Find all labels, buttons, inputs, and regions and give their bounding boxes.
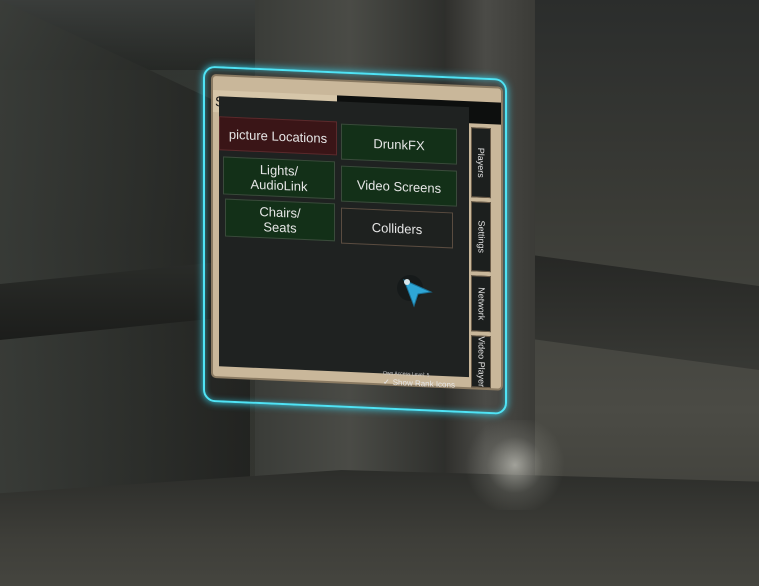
superuser-menu-panel: Superuser: PeaceM Enter a username to tr… [203, 65, 507, 415]
tab-network-label: Network [476, 286, 487, 321]
tab-network[interactable]: Network [471, 275, 491, 333]
menu-frame: Superuser: PeaceM Enter a username to tr… [213, 76, 501, 390]
check-icon: ✓ [383, 377, 390, 387]
tab-video-player-label: Video Player [476, 336, 486, 388]
vr-world-scene: Superuser: PeaceM Enter a username to tr… [0, 0, 759, 586]
tab-settings-label: Settings [476, 220, 486, 254]
picture-locations-button[interactable]: picture Locations [219, 116, 337, 156]
laser-pointer-icon [396, 272, 436, 312]
background-floor [0, 470, 759, 586]
tab-settings[interactable]: Settings [471, 201, 491, 273]
tab-video-player[interactable]: Video Player [471, 335, 491, 389]
video-screens-button[interactable]: Video Screens [341, 165, 457, 207]
drunkfx-button[interactable]: DrunkFX [341, 123, 457, 165]
colliders-button[interactable]: Colliders [341, 207, 453, 249]
lights-audiolink-button[interactable]: Lights/ AudioLink [223, 156, 335, 200]
chairs-seats-button[interactable]: Chairs/ Seats [225, 198, 335, 242]
background-light-glow [460, 420, 570, 510]
side-tab-bar: Players Settings Network Video Player [471, 127, 491, 389]
tab-players[interactable]: Players [471, 127, 491, 199]
tab-players-label: Players [476, 147, 487, 178]
